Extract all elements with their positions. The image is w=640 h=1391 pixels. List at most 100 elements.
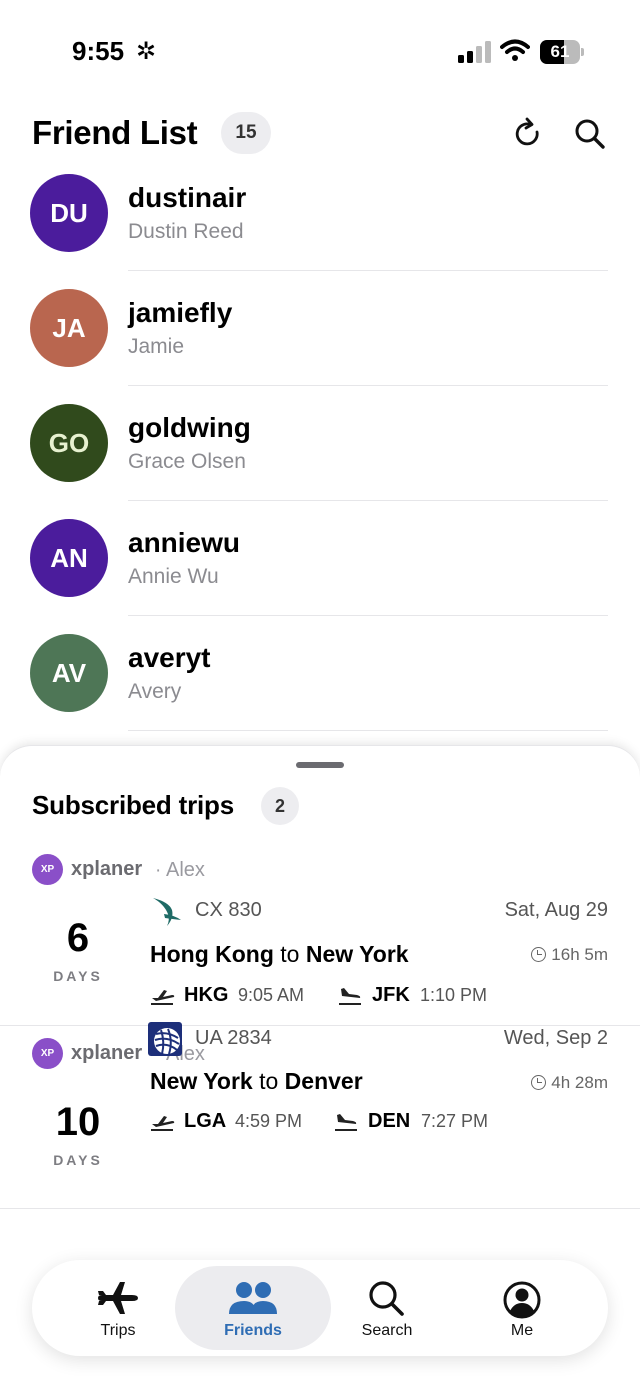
route: Hong Kong to New York [150,941,409,968]
landing-icon [335,1114,357,1131]
takeoff-icon [151,1116,175,1131]
arrival-time: 7:27 PM [421,1111,489,1131]
friend-list: DU dustinair Dustin Reed JA jamiefly Jam… [0,164,640,739]
tab-search[interactable]: Search [322,1266,452,1350]
refresh-button[interactable] [508,114,548,154]
owner-separator: · [155,860,162,881]
arrival-time: 1:10 PM [420,985,488,1005]
days-until-count: 10 [55,1100,101,1144]
days-label: DAYS [53,1152,103,1168]
cathay-pacific-logo [153,898,181,926]
search-button[interactable] [570,114,610,154]
clock-icon [531,947,547,962]
person-circle-icon [503,1281,541,1319]
divider [128,385,608,386]
origin-city: New York [150,1068,253,1094]
friend-name: Avery [128,680,182,703]
landing-icon [339,988,361,1005]
page-title: Friend List [32,114,198,151]
owner-avatar: XP [32,1038,63,1069]
friend-count-badge: 15 [221,112,271,154]
sheet-title: Subscribed trips [32,790,234,820]
header: Friend List 15 [32,108,612,160]
arrival-code: DEN [368,1110,411,1132]
cellular-signal-icon [458,41,491,63]
divider [128,730,608,731]
divider [128,615,608,616]
people-icon [229,1282,277,1314]
route-to: to [280,941,300,967]
duration-text: 4h 28m [551,1073,608,1092]
friend-name: Annie Wu [128,565,219,588]
flight-date: Wed, Sep 2 [503,1027,608,1049]
search-icon [575,119,605,149]
divider [0,1208,640,1209]
avatar: JA [30,289,108,367]
search-icon [369,1281,404,1316]
tab-me[interactable]: Me [457,1266,587,1350]
days-until-count: 6 [66,916,90,960]
flight-number: UA 2834 [195,1027,272,1049]
duration-text: 16h 5m [551,945,608,964]
status-time: 9:55 [72,36,125,66]
takeoff-icon [151,990,175,1005]
friend-row[interactable]: DU dustinair Dustin Reed [0,164,640,279]
friend-username: jamiefly [128,297,233,328]
route: New York to Denver [150,1068,363,1095]
battery-percent: 61 [550,42,570,61]
avatar: AV [30,634,108,712]
flight-duration: 4h 28m [531,1073,608,1093]
gear-icon: ✲ [136,38,157,65]
tab-label: Trips [100,1322,136,1339]
trip-card[interactable]: XP xplaner · Alex 10 DAYS UA 2834 Wed, S… [0,1022,640,1214]
avatar: AN [30,519,108,597]
owner-name: Alex [166,859,205,881]
divider [128,270,608,271]
tab-label: Me [510,1322,534,1339]
friend-username: averyt [128,642,211,673]
origin-city: Hong Kong [150,941,274,967]
friend-row[interactable]: AN anniewu Annie Wu [0,509,640,624]
united-airlines-logo [148,1022,182,1056]
avatar: GO [30,404,108,482]
tab-friends[interactable]: Friends [175,1266,331,1350]
friend-name: Grace Olsen [128,450,246,473]
friend-row[interactable]: GO goldwing Grace Olsen [0,394,640,509]
destination-city: New York [305,941,409,967]
status-bar: 9:55 ✲ 61 [0,0,640,100]
avatar: DU [30,174,108,252]
refresh-icon [515,117,539,146]
divider [128,500,608,501]
owner-username: xplaner [71,858,143,880]
friend-username: dustinair [128,182,247,213]
owner-username: xplaner [71,1042,143,1064]
departure-time: 9:05 AM [238,985,305,1005]
tab-bar: Trips Friends Search Me [32,1260,608,1356]
tab-label: Friends [224,1322,282,1339]
destination-city: Denver [284,1068,363,1094]
sheet-grabber-handle[interactable] [296,762,344,768]
divider [0,1025,640,1026]
screen: 9:55 ✲ 61 Friend List 15 DU dustinair Du… [0,0,640,1391]
departure-code: LGA [184,1110,227,1132]
flight-date: Sat, Aug 29 [504,899,608,921]
friend-row[interactable]: JA jamiefly Jamie [0,279,640,394]
friend-name: Jamie [128,335,185,358]
days-label: DAYS [53,968,103,984]
clock-icon [531,1075,547,1090]
friend-row[interactable]: AV averyt Avery [0,624,640,739]
trip-card[interactable]: XP xplaner · Alex 6 DAYS CX 830 Sat, Aug… [0,846,640,1030]
friend-name: Dustin Reed [128,220,244,243]
arrival-code: JFK [372,984,410,1006]
tab-trips[interactable]: Trips [50,1266,186,1350]
tab-label: Search [361,1322,413,1339]
flight-number: CX 830 [195,899,262,921]
departure-time: 4:59 PM [235,1111,303,1131]
friend-username: anniewu [128,527,241,558]
trip-count-badge: 2 [261,787,299,825]
wifi-icon [500,39,530,61]
departure-code: HKG [184,984,229,1006]
friend-username: goldwing [128,412,251,443]
flight-duration: 16h 5m [531,945,608,965]
route-to: to [259,1068,279,1094]
